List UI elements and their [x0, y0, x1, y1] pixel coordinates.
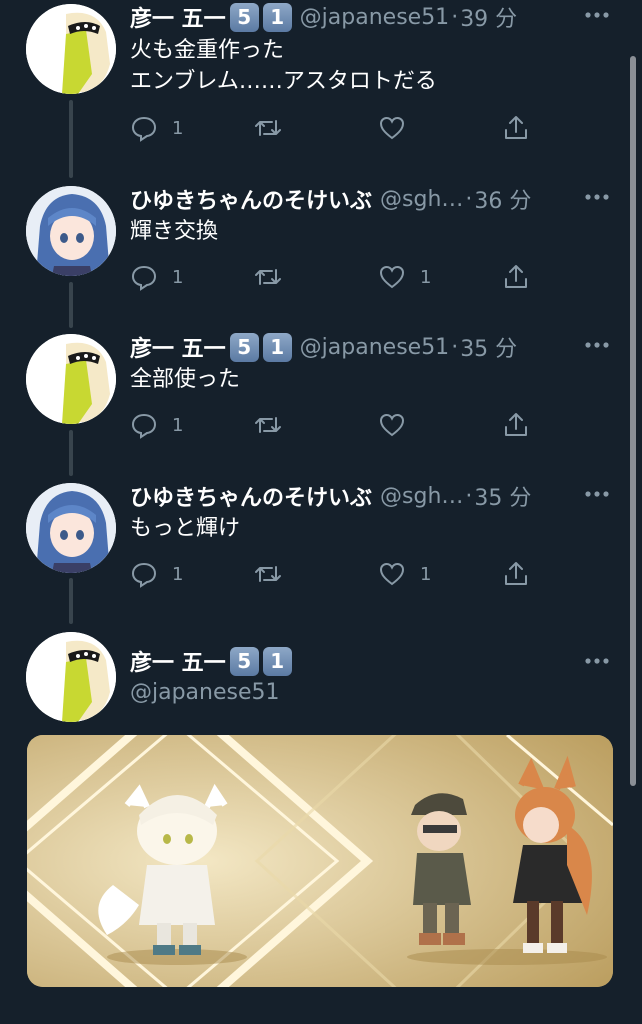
tweet-header: 彦一 五一 5 1 @japanese51 · 39 分 — [130, 0, 517, 34]
tweet-actions: 1 1 — [130, 261, 550, 293]
display-name[interactable]: 彦一 五一 — [130, 645, 226, 677]
more-icon[interactable] — [584, 648, 610, 674]
tweet[interactable]: ひゆきちゃんのそけいぶ @sgh… · 35 分 もっと輝け 1 1 — [0, 479, 642, 609]
badge-5: 5 — [229, 2, 259, 32]
badge-5: 5 — [229, 332, 259, 362]
share-icon — [505, 413, 527, 436]
like-count: 1 — [420, 563, 432, 585]
avatar-image — [26, 4, 116, 94]
like-button[interactable] — [378, 112, 420, 144]
reply-button[interactable]: 1 — [130, 112, 183, 144]
reply-count: 1 — [172, 563, 184, 585]
like-button[interactable] — [378, 409, 420, 441]
badge-5: 5 — [229, 646, 259, 676]
retweet-icon — [255, 566, 281, 582]
badge-1: 1 — [262, 332, 292, 362]
separator-dot: · — [465, 483, 473, 509]
more-icon[interactable] — [584, 481, 610, 507]
reply-icon — [131, 413, 157, 439]
reply-button[interactable]: 1 — [130, 409, 183, 441]
like-button[interactable]: 1 — [378, 261, 431, 293]
share-icon — [505, 116, 527, 139]
avatar-image — [26, 186, 116, 276]
reply-icon — [131, 116, 157, 142]
share-icon — [505, 265, 527, 288]
tweet-text: 全部使った — [130, 367, 241, 392]
avatar-japanese51[interactable] — [26, 334, 116, 424]
separator-dot: · — [451, 334, 459, 360]
display-name[interactable]: 彦一 五一 — [130, 1, 226, 33]
share-icon — [505, 562, 527, 585]
share-button[interactable] — [502, 261, 530, 293]
retweet-icon — [255, 120, 281, 136]
user-handle[interactable]: @sgh… — [380, 187, 463, 212]
badge-1: 1 — [262, 2, 292, 32]
like-icon — [379, 116, 405, 140]
avatar-sgh[interactable] — [26, 483, 116, 573]
tweet[interactable]: ひゆきちゃんのそけいぶ @sgh… · 36 分 輝き交換 1 1 — [0, 182, 642, 312]
like-count: 1 — [420, 266, 432, 288]
focused-tweet[interactable]: 彦一 五一 5 1 @japanese51 — [0, 628, 642, 728]
reply-count: 1 — [172, 117, 184, 139]
share-button[interactable] — [502, 112, 530, 144]
avatar-image — [26, 483, 116, 573]
tweet-header: 彦一 五一 5 1 @japanese51 · 35 分 — [130, 330, 517, 364]
like-icon — [379, 562, 405, 586]
tweet-media-image[interactable] — [27, 735, 613, 987]
share-button[interactable] — [502, 558, 530, 590]
avatar-image — [26, 632, 116, 722]
tweet-text: 輝き交換 — [130, 219, 219, 244]
tweet-header: ひゆきちゃんのそけいぶ @sgh… · 35 分 — [130, 479, 531, 513]
like-button[interactable]: 1 — [378, 558, 431, 590]
reply-count: 1 — [172, 266, 184, 288]
avatar-japanese51[interactable] — [26, 4, 116, 94]
retweet-button[interactable] — [254, 558, 282, 590]
display-name[interactable]: ひゆきちゃんのそけいぶ — [130, 480, 372, 512]
tweet-actions: 1 — [130, 409, 550, 441]
user-handle[interactable]: @japanese51 — [130, 677, 280, 708]
display-name[interactable]: ひゆきちゃんのそけいぶ — [130, 183, 372, 215]
like-icon — [379, 265, 405, 289]
reply-icon — [131, 562, 157, 588]
media-illustration — [27, 735, 613, 987]
user-handle[interactable]: @japanese51 — [300, 5, 450, 30]
retweet-button[interactable] — [254, 112, 282, 144]
timestamp[interactable]: 36 分 — [474, 183, 531, 215]
tweet-header: ひゆきちゃんのそけいぶ @sgh… · 36 分 — [130, 182, 531, 216]
reply-button[interactable]: 1 — [130, 261, 183, 293]
tweet-header: 彦一 五一 5 1 — [130, 644, 292, 678]
retweet-button[interactable] — [254, 409, 282, 441]
retweet-icon — [255, 417, 281, 433]
avatar-image — [26, 334, 116, 424]
more-icon[interactable] — [584, 332, 610, 358]
badge-1: 1 — [262, 646, 292, 676]
avatar-japanese51[interactable] — [26, 632, 116, 722]
scrollbar[interactable] — [630, 56, 636, 786]
tweet-text: 火も金重作った エンブレム……アスタロトだる — [130, 38, 437, 94]
user-handle[interactable]: @japanese51 — [300, 335, 450, 360]
display-name[interactable]: 彦一 五一 — [130, 331, 226, 363]
tweet-actions: 1 1 — [130, 558, 550, 590]
avatar-sgh[interactable] — [26, 186, 116, 276]
separator-dot: · — [465, 186, 473, 212]
more-icon[interactable] — [584, 184, 610, 210]
tweet[interactable]: 彦一 五一 5 1 @japanese51 · 39 分 火も金重作った エンブ… — [0, 0, 642, 160]
tweet-actions: 1 — [130, 112, 550, 144]
like-icon — [379, 413, 405, 437]
reply-button[interactable]: 1 — [130, 558, 183, 590]
retweet-button[interactable] — [254, 261, 282, 293]
timestamp[interactable]: 35 分 — [474, 480, 531, 512]
reply-count: 1 — [172, 414, 184, 436]
timestamp[interactable]: 35 分 — [460, 331, 517, 363]
share-button[interactable] — [502, 409, 530, 441]
more-icon[interactable] — [584, 2, 610, 28]
tweet-text: もっと輝け — [130, 516, 241, 541]
retweet-icon — [255, 269, 281, 285]
separator-dot: · — [451, 4, 459, 30]
user-handle[interactable]: @sgh… — [380, 484, 463, 509]
reply-icon — [131, 265, 157, 291]
timestamp[interactable]: 39 分 — [460, 1, 517, 33]
tweet[interactable]: 彦一 五一 5 1 @japanese51 · 35 分 全部使った 1 — [0, 330, 642, 460]
